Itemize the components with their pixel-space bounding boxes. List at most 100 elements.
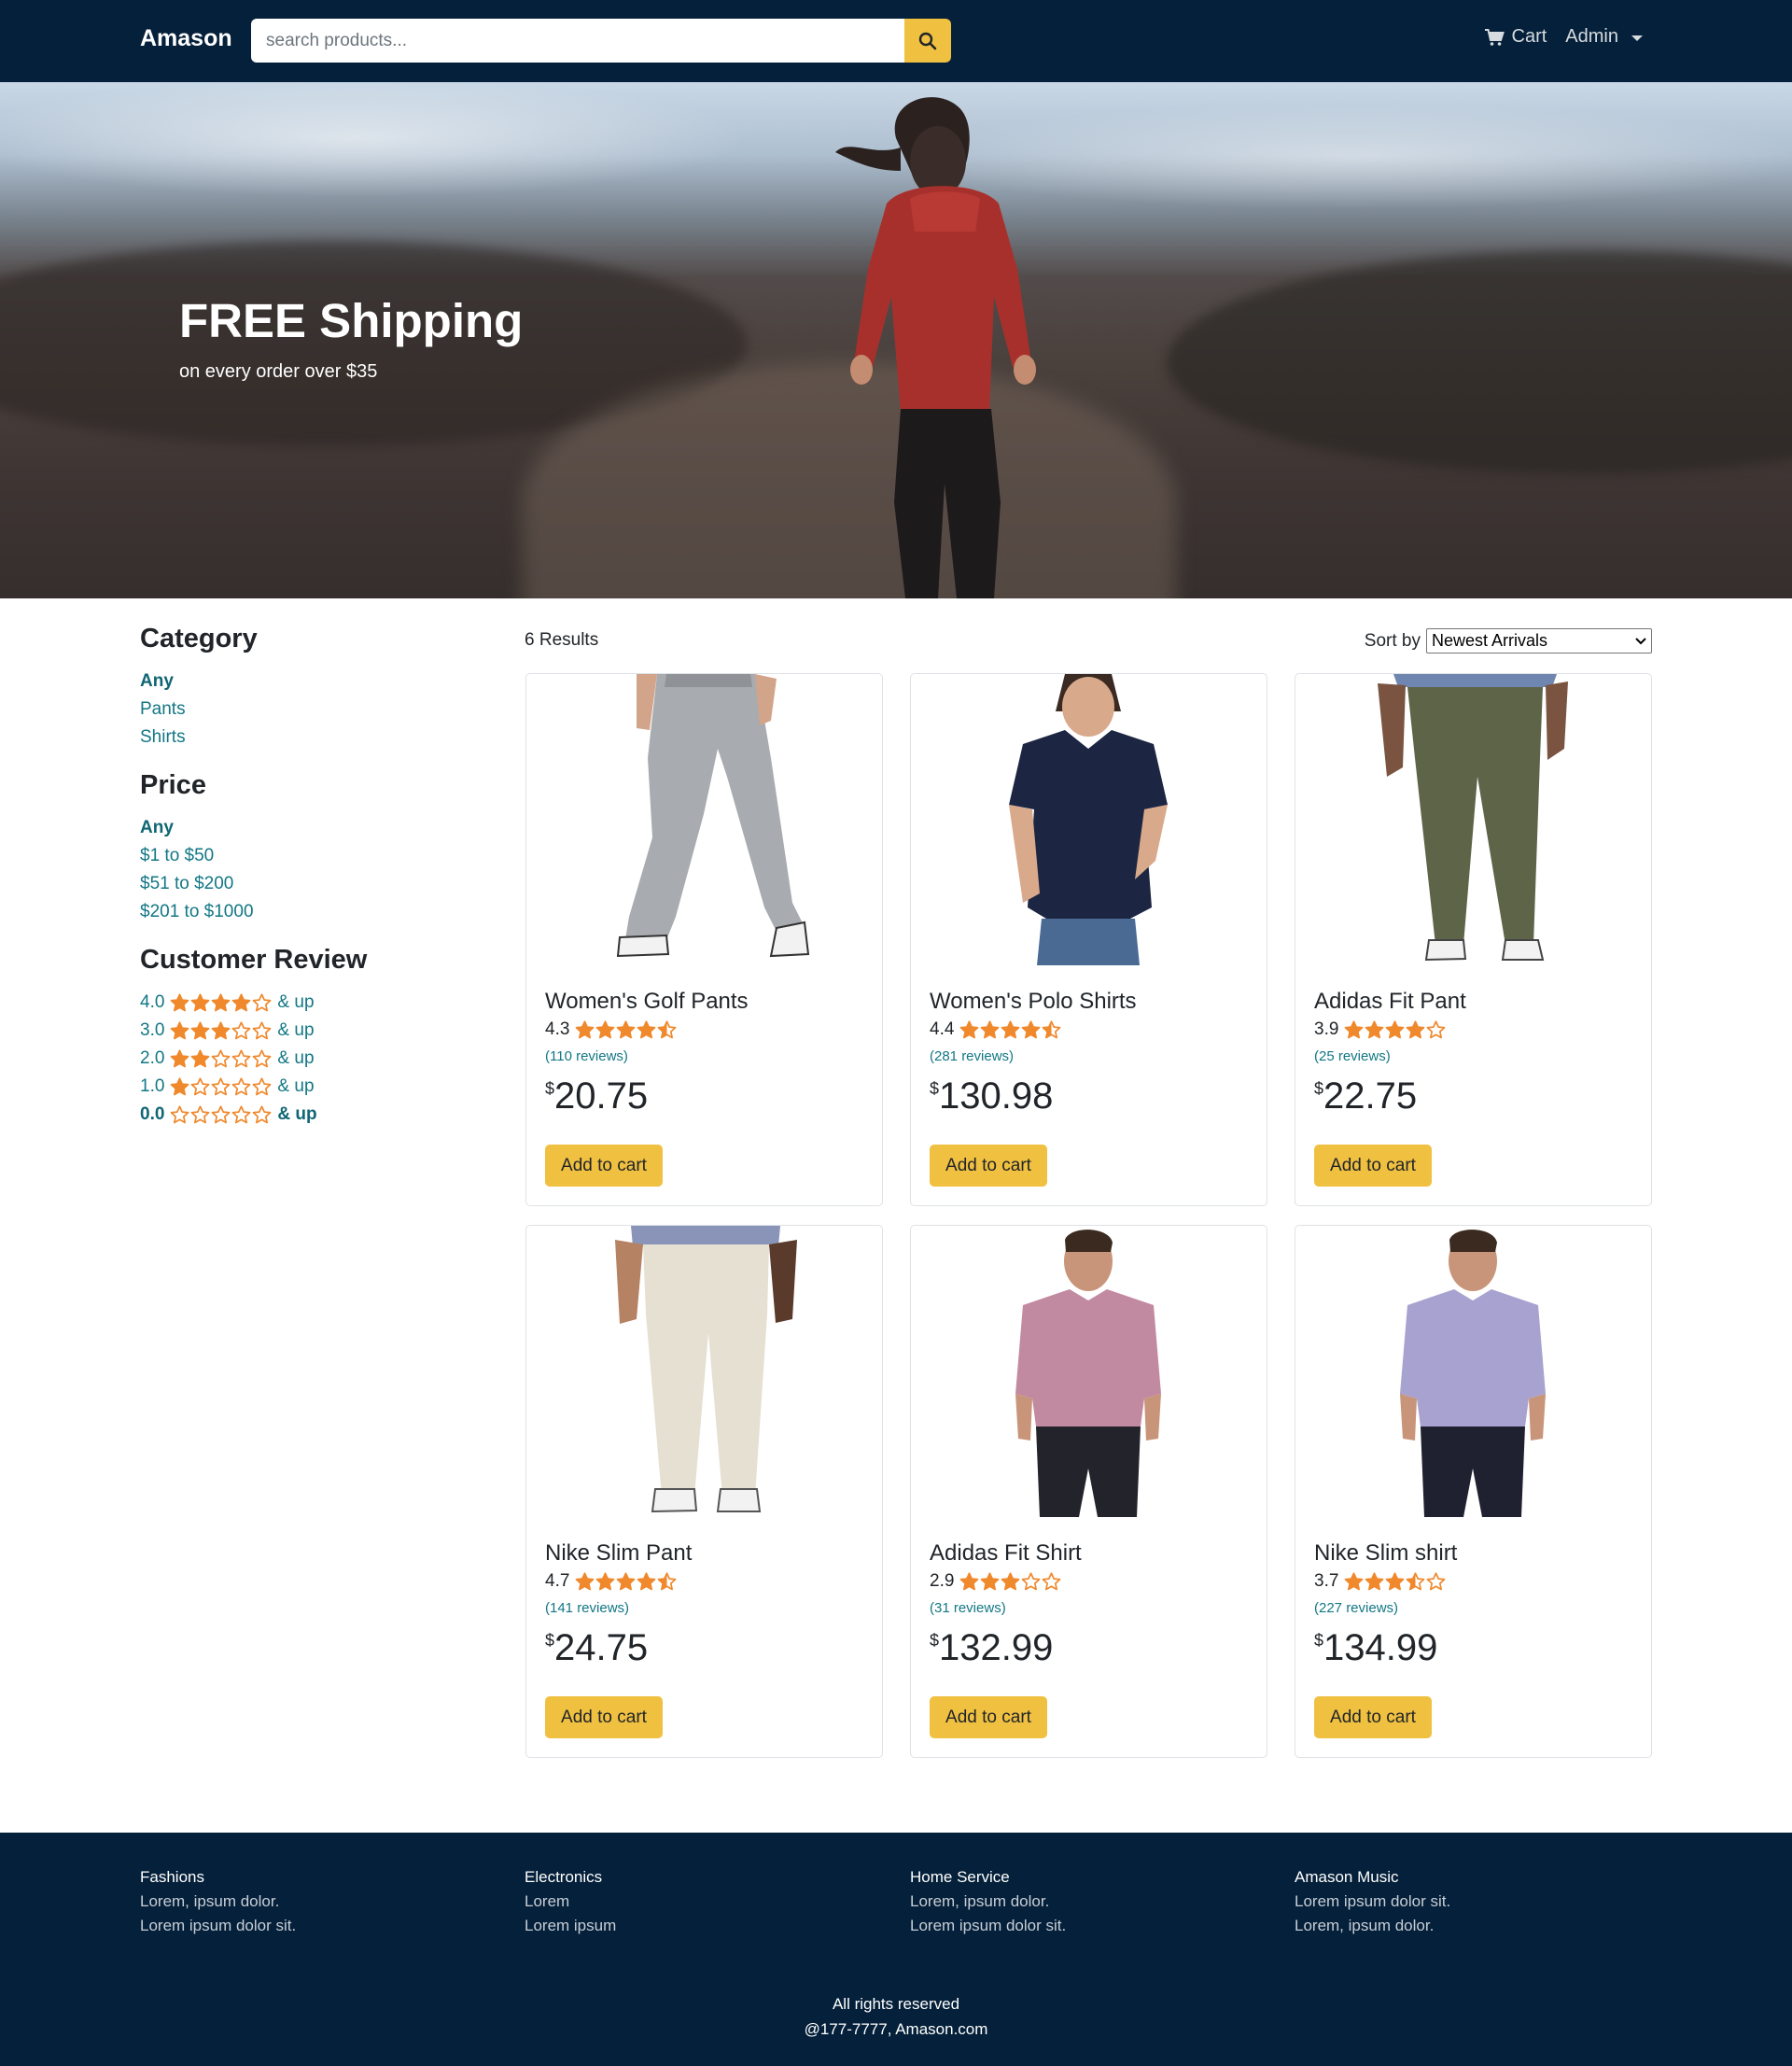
search-input[interactable]	[251, 19, 904, 63]
sort-label: Sort by	[1364, 630, 1421, 651]
category-shirts-link[interactable]: Shirts	[140, 724, 467, 752]
product-rating: 3.7	[1314, 1571, 1446, 1592]
admin-label: Admin	[1565, 26, 1618, 47]
product-card[interactable]: Women's Golf Pants 4.3 (110 reviews) $20…	[525, 673, 883, 1206]
admin-dropdown[interactable]: Admin	[1565, 26, 1643, 48]
chevron-down-icon	[1635, 637, 1646, 644]
product-rating: 2.9	[930, 1571, 1061, 1592]
footer-heading[interactable]: Fashions	[140, 1865, 296, 1890]
add-to-cart-button[interactable]: Add to cart	[930, 1145, 1047, 1187]
product-image	[1009, 674, 1168, 965]
star-rating-icon	[1344, 1571, 1446, 1592]
product-card[interactable]: Nike Slim shirt 3.7 (227 reviews) $134.9…	[1295, 1225, 1652, 1758]
add-to-cart-button[interactable]: Add to cart	[1314, 1145, 1432, 1187]
category-any-link[interactable]: Any	[140, 668, 467, 696]
category-heading: Category	[140, 624, 258, 654]
review-filter-1[interactable]: 1.0 & up	[140, 1073, 467, 1101]
currency-symbol: $	[545, 1631, 555, 1650]
review-filter-4[interactable]: 4.0 & up	[140, 989, 467, 1017]
star-rating-icon	[959, 1571, 1061, 1592]
product-image	[1378, 674, 1568, 962]
star-rating-icon	[170, 1048, 272, 1069]
rating-value: 4.4	[930, 1019, 955, 1039]
currency-symbol: $	[545, 1079, 555, 1098]
footer-link[interactable]: Lorem, ipsum dolor.	[1295, 1914, 1450, 1938]
review-count[interactable]: (25 reviews)	[1314, 1048, 1391, 1064]
product-name[interactable]: Nike Slim shirt	[1314, 1540, 1457, 1567]
category-pants-link[interactable]: Pants	[140, 696, 467, 724]
results-count: 6 Results	[525, 630, 599, 650]
product-name[interactable]: Adidas Fit Pant	[1314, 989, 1466, 1015]
footer-link[interactable]: Lorem, ipsum dolor.	[140, 1890, 296, 1914]
currency-symbol: $	[930, 1079, 940, 1098]
add-to-cart-button[interactable]: Add to cart	[545, 1145, 663, 1187]
add-to-cart-button[interactable]: Add to cart	[1314, 1696, 1432, 1738]
hero-subtitle: on every order over $35	[179, 361, 378, 382]
footer-heading[interactable]: Amason Music	[1295, 1865, 1450, 1890]
price-51-200-link[interactable]: $51 to $200	[140, 870, 467, 898]
footer-bottom: All rights reserved @177-7777, Amason.co…	[0, 1991, 1792, 2042]
review-filter-value: 1.0	[140, 1076, 165, 1096]
sort-control: Sort by Newest Arrivals	[1365, 628, 1652, 654]
price-value: 22.75	[1323, 1075, 1418, 1117]
footer-link[interactable]: Lorem, ipsum dolor.	[910, 1890, 1066, 1914]
product-image	[616, 674, 810, 958]
review-filter-2[interactable]: 2.0 & up	[140, 1045, 467, 1073]
star-rating-icon	[1344, 1019, 1446, 1040]
product-card[interactable]: Adidas Fit Shirt 2.9 (31 reviews) $132.9…	[910, 1225, 1267, 1758]
star-rating-icon	[170, 992, 272, 1013]
product-card[interactable]: Adidas Fit Pant 3.9 (25 reviews) $22.75 …	[1295, 673, 1652, 1206]
footer-link[interactable]: Lorem ipsum dolor sit.	[1295, 1890, 1450, 1914]
product-rating: 3.9	[1314, 1019, 1446, 1040]
price-any-link[interactable]: Any	[140, 814, 467, 842]
product-rating: 4.3	[545, 1019, 677, 1040]
add-to-cart-button[interactable]: Add to cart	[930, 1696, 1047, 1738]
product-card[interactable]: Women's Polo Shirts 4.4 (281 reviews) $1…	[910, 673, 1267, 1206]
add-to-cart-button[interactable]: Add to cart	[545, 1696, 663, 1738]
search-button[interactable]	[904, 19, 951, 63]
price-1-50-link[interactable]: $1 to $50	[140, 842, 467, 870]
review-filter-value: 3.0	[140, 1020, 165, 1040]
search-icon	[918, 32, 937, 49]
review-filter-0[interactable]: 0.0 & up	[140, 1101, 467, 1129]
review-count[interactable]: (110 reviews)	[545, 1048, 628, 1064]
hero-banner: FREE Shipping on every order over $35	[0, 82, 1792, 598]
product-price: $20.75	[545, 1075, 648, 1117]
brand-logo[interactable]: Amason	[140, 25, 232, 52]
review-filter-3[interactable]: 3.0 & up	[140, 1017, 467, 1045]
footer-heading[interactable]: Electronics	[525, 1865, 616, 1890]
rating-value: 2.9	[930, 1571, 955, 1591]
footer-link[interactable]: Lorem ipsum	[525, 1914, 616, 1938]
footer-link[interactable]: Lorem	[525, 1890, 616, 1914]
sort-select[interactable]: Newest Arrivals	[1426, 628, 1652, 654]
review-count[interactable]: (141 reviews)	[545, 1600, 629, 1616]
search-bar	[251, 19, 951, 63]
footer-heading[interactable]: Home Service	[910, 1865, 1066, 1890]
rating-value: 3.9	[1314, 1019, 1339, 1039]
product-name[interactable]: Women's Polo Shirts	[930, 989, 1137, 1015]
product-image	[1015, 1230, 1161, 1517]
review-heading: Customer Review	[140, 945, 368, 975]
review-count[interactable]: (227 reviews)	[1314, 1600, 1398, 1616]
price-value: 134.99	[1323, 1627, 1438, 1668]
footer-column: Amason Music Lorem ipsum dolor sit. Lore…	[1295, 1865, 1450, 1938]
product-name[interactable]: Adidas Fit Shirt	[930, 1540, 1082, 1567]
footer-link[interactable]: Lorem ipsum dolor sit.	[140, 1914, 296, 1938]
product-rating: 4.4	[930, 1019, 1061, 1040]
star-rating-icon	[575, 1571, 677, 1592]
cart-icon	[1484, 28, 1505, 46]
rating-value: 3.7	[1314, 1571, 1339, 1591]
product-price: $134.99	[1314, 1627, 1437, 1669]
runner-image	[835, 97, 1036, 598]
price-201-1000-link[interactable]: $201 to $1000	[140, 898, 467, 926]
product-card[interactable]: Nike Slim Pant 4.7 (141 reviews) $24.75 …	[525, 1225, 883, 1758]
footer-link[interactable]: Lorem ipsum dolor sit.	[910, 1914, 1066, 1938]
product-price: $130.98	[930, 1075, 1053, 1117]
product-name[interactable]: Women's Golf Pants	[545, 989, 749, 1015]
product-image	[615, 1226, 797, 1513]
review-filter-suffix: & up	[277, 1104, 317, 1124]
cart-link[interactable]: Cart	[1484, 26, 1547, 48]
review-count[interactable]: (31 reviews)	[930, 1600, 1006, 1616]
review-count[interactable]: (281 reviews)	[930, 1048, 1014, 1064]
product-name[interactable]: Nike Slim Pant	[545, 1540, 692, 1567]
